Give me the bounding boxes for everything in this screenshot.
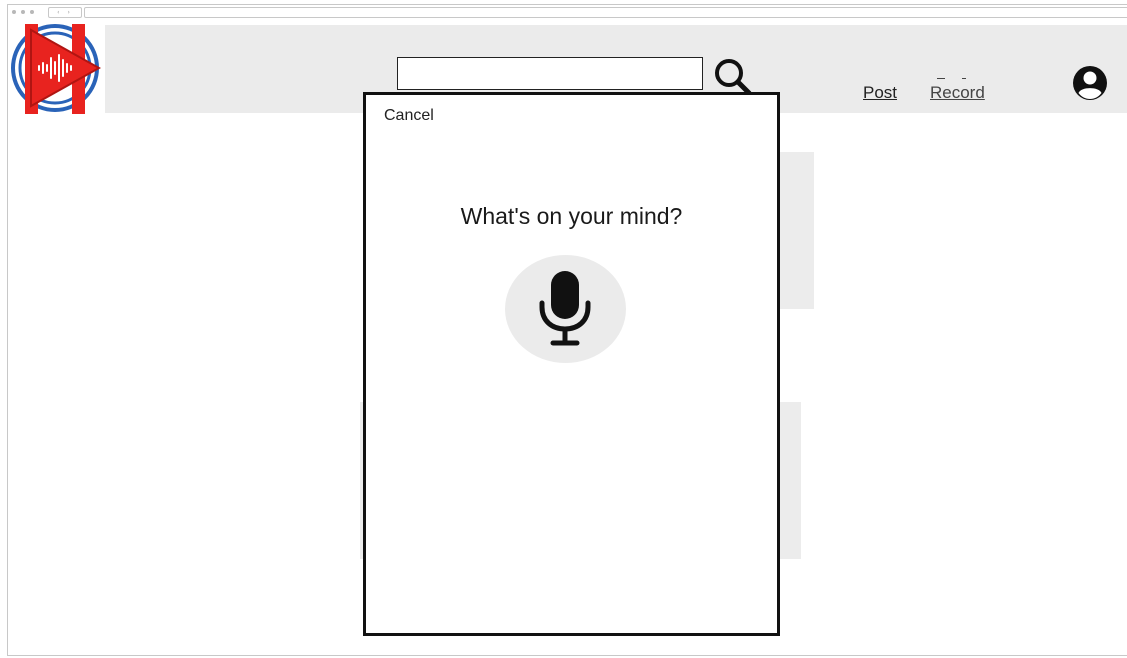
account-icon[interactable] (1071, 64, 1109, 102)
modal-prompt: What's on your mind? (460, 203, 683, 229)
back-forward-buttons[interactable]: ‹ › (48, 7, 82, 18)
address-bar[interactable] (84, 7, 1127, 18)
divider (962, 78, 966, 79)
cancel-button[interactable]: Cancel (384, 107, 434, 125)
window-dot (12, 10, 16, 14)
nav-record-link[interactable]: Record (930, 83, 985, 103)
window-dot (30, 10, 34, 14)
search-icon[interactable] (712, 56, 752, 96)
nav-post-link[interactable]: Post (863, 83, 897, 103)
search-input[interactable] (397, 57, 703, 90)
record-post-modal: Cancel What's on your mind? (363, 92, 780, 636)
microphone-icon (539, 271, 591, 346)
audio-play-logo[interactable] (9, 22, 101, 114)
window-dot (21, 10, 25, 14)
divider (937, 78, 945, 79)
browser-chrome: ‹ › (8, 5, 1127, 19)
record-mic-button[interactable] (505, 255, 626, 363)
